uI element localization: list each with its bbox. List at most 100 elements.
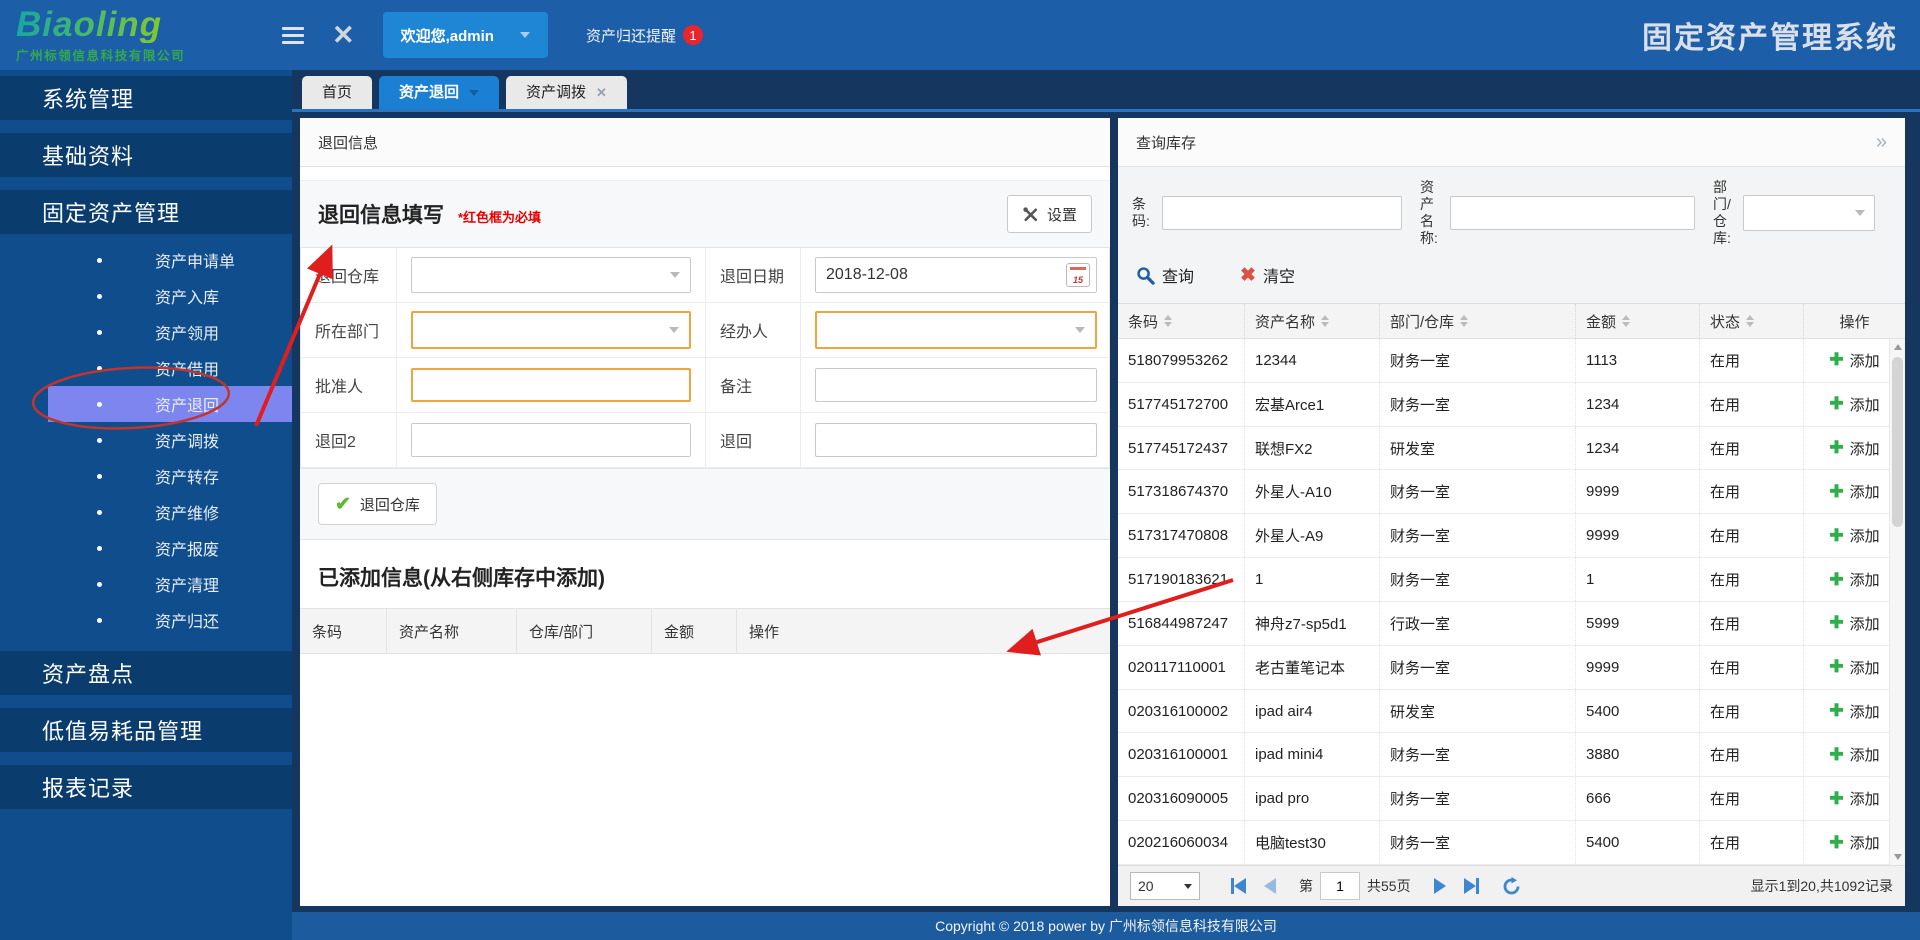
column-header[interactable]: 状态	[1700, 304, 1804, 338]
user-menu-button[interactable]: 欢迎您,admin	[383, 12, 548, 58]
plus-icon: ✚	[1829, 482, 1843, 502]
sidebar-section-header[interactable]: 低值易耗品管理	[0, 708, 292, 752]
sidebar-item[interactable]: 资产报废	[0, 530, 292, 566]
sidebar-item-label: 资产报废	[155, 536, 219, 560]
sidebar-item-label: 资产申请单	[155, 248, 235, 272]
barcode-filter-input[interactable]	[1162, 196, 1402, 230]
sort-icon	[1321, 315, 1329, 327]
column-header[interactable]: 部门/仓库	[1380, 304, 1576, 338]
collapse-chevron-icon[interactable]: »	[1876, 132, 1887, 152]
add-button[interactable]: ✚添加	[1829, 569, 1879, 590]
sidebar-item[interactable]: 资产转存	[0, 458, 292, 494]
scrollbar[interactable]	[1889, 339, 1905, 865]
sidebar-section-header[interactable]: 系统管理	[0, 76, 292, 120]
table-cell: 1234	[1576, 427, 1700, 470]
add-button[interactable]: ✚添加	[1829, 657, 1879, 678]
first-page-button[interactable]	[1231, 878, 1246, 894]
clear-button[interactable]: ✖ 清空	[1240, 263, 1295, 287]
sidebar-item[interactable]: 资产调拨	[0, 422, 292, 458]
return-date-input[interactable]: 2018-12-08 15	[815, 257, 1097, 293]
department-select[interactable]	[411, 311, 691, 349]
tab-item[interactable]: 首页	[302, 76, 372, 109]
sidebar-item[interactable]: 资产领用	[0, 314, 292, 350]
add-button[interactable]: ✚添加	[1829, 394, 1879, 415]
last-page-button[interactable]	[1464, 878, 1479, 894]
bullet-icon	[97, 618, 102, 623]
return-reminder-link[interactable]: 资产归还提醒 1	[586, 25, 703, 46]
search-button[interactable]: 查询	[1136, 263, 1194, 287]
handler-select[interactable]	[815, 311, 1097, 349]
sidebar-item[interactable]: 资产归还	[0, 602, 292, 638]
table-cell: 5400	[1576, 821, 1700, 864]
total-pages-label: 共55页	[1367, 876, 1411, 896]
add-button[interactable]: ✚添加	[1829, 744, 1879, 765]
settings-button[interactable]: 设置	[1007, 195, 1092, 233]
remark-input[interactable]	[815, 368, 1097, 402]
sort-icon	[1460, 315, 1468, 327]
add-label: 添加	[1850, 657, 1880, 678]
approver-input[interactable]	[411, 368, 691, 402]
sidebar-item[interactable]: 资产维修	[0, 494, 292, 530]
sidebar-item[interactable]: 资产申请单	[0, 242, 292, 278]
column-header[interactable]: 资产名称	[1245, 304, 1380, 338]
table-row: 020316100002ipad air4研发室5400在用✚添加	[1118, 690, 1905, 734]
inventory-table-header: 条码资产名称部门/仓库金额状态操作	[1118, 304, 1905, 339]
sidebar-item-label: 资产借用	[155, 356, 219, 380]
menu-toggle-icon[interactable]	[282, 27, 304, 44]
scrollbar-thumb[interactable]	[1892, 357, 1903, 527]
warehouse-select[interactable]	[411, 257, 691, 293]
sidebar-section-header[interactable]: 报表记录	[0, 765, 292, 809]
close-icon[interactable]: ✕	[332, 22, 355, 49]
table-cell: 518079953262	[1118, 339, 1245, 382]
scroll-down-icon[interactable]	[1894, 854, 1902, 860]
add-button[interactable]: ✚添加	[1829, 701, 1879, 722]
column-header[interactable]: 操作	[1804, 304, 1905, 338]
column-header[interactable]: 金额	[1576, 304, 1700, 338]
close-tab-icon[interactable]: ✕	[596, 76, 607, 109]
page-number-input[interactable]	[1320, 872, 1360, 900]
add-button[interactable]: ✚添加	[1829, 438, 1879, 459]
refresh-button[interactable]	[1502, 877, 1521, 896]
sidebar-item[interactable]: 资产借用	[0, 350, 292, 386]
table-row: 517745172437联想FX2研发室1234在用✚添加	[1118, 427, 1905, 471]
prev-page-button[interactable]	[1264, 878, 1276, 894]
return-input[interactable]	[815, 423, 1097, 457]
column-header[interactable]: 条码	[1118, 304, 1245, 338]
sidebar-item[interactable]: 资产退回	[0, 386, 292, 422]
sidebar-section-header[interactable]: 基础资料	[0, 133, 292, 177]
column-header: 条码	[300, 609, 387, 653]
handler-field-cell	[801, 303, 1110, 358]
add-button[interactable]: ✚添加	[1829, 613, 1879, 634]
scroll-up-icon[interactable]	[1894, 344, 1902, 350]
asset-name-filter-input[interactable]	[1450, 196, 1695, 230]
return2-input[interactable]	[411, 423, 691, 457]
sidebar-section-header[interactable]: 固定资产管理	[0, 190, 292, 234]
bullet-icon	[97, 582, 102, 587]
return-warehouse-button[interactable]: ✔ 退回仓库	[318, 483, 437, 525]
reminder-label: 资产归还提醒	[586, 25, 676, 46]
table-row: 020316090005ipad pro财务一室666在用✚添加	[1118, 777, 1905, 821]
next-page-button[interactable]	[1434, 878, 1446, 894]
table-cell: 517318674370	[1118, 470, 1245, 513]
inventory-table-wrap: 51807995326212344财务一室1113在用✚添加5177451727…	[1118, 339, 1905, 865]
logo: Biaoling 广州标领信息科技有限公司	[0, 7, 268, 64]
dept-filter-select[interactable]	[1743, 195, 1875, 231]
table-cell: 研发室	[1380, 427, 1576, 470]
add-button[interactable]: ✚添加	[1829, 788, 1879, 809]
add-button[interactable]: ✚添加	[1829, 525, 1879, 546]
add-button[interactable]: ✚添加	[1829, 350, 1879, 371]
sidebar-item[interactable]: 资产清理	[0, 566, 292, 602]
page-number-group: 第 共55页	[1299, 872, 1411, 900]
tab-item[interactable]: 资产调拨✕	[506, 76, 627, 109]
table-cell: 5400	[1576, 690, 1700, 733]
add-button[interactable]: ✚添加	[1829, 481, 1879, 502]
table-cell: 517745172700	[1118, 383, 1245, 426]
clear-icon: ✖	[1240, 264, 1256, 287]
page-size-select[interactable]: 20	[1130, 872, 1200, 900]
sidebar-section-header[interactable]: 资产盘点	[0, 651, 292, 695]
tab-active[interactable]: 资产退回	[379, 76, 499, 109]
add-button[interactable]: ✚添加	[1829, 832, 1879, 853]
sidebar-item[interactable]: 资产入库	[0, 278, 292, 314]
bullet-icon	[97, 294, 102, 299]
calendar-icon[interactable]: 15	[1066, 263, 1090, 287]
